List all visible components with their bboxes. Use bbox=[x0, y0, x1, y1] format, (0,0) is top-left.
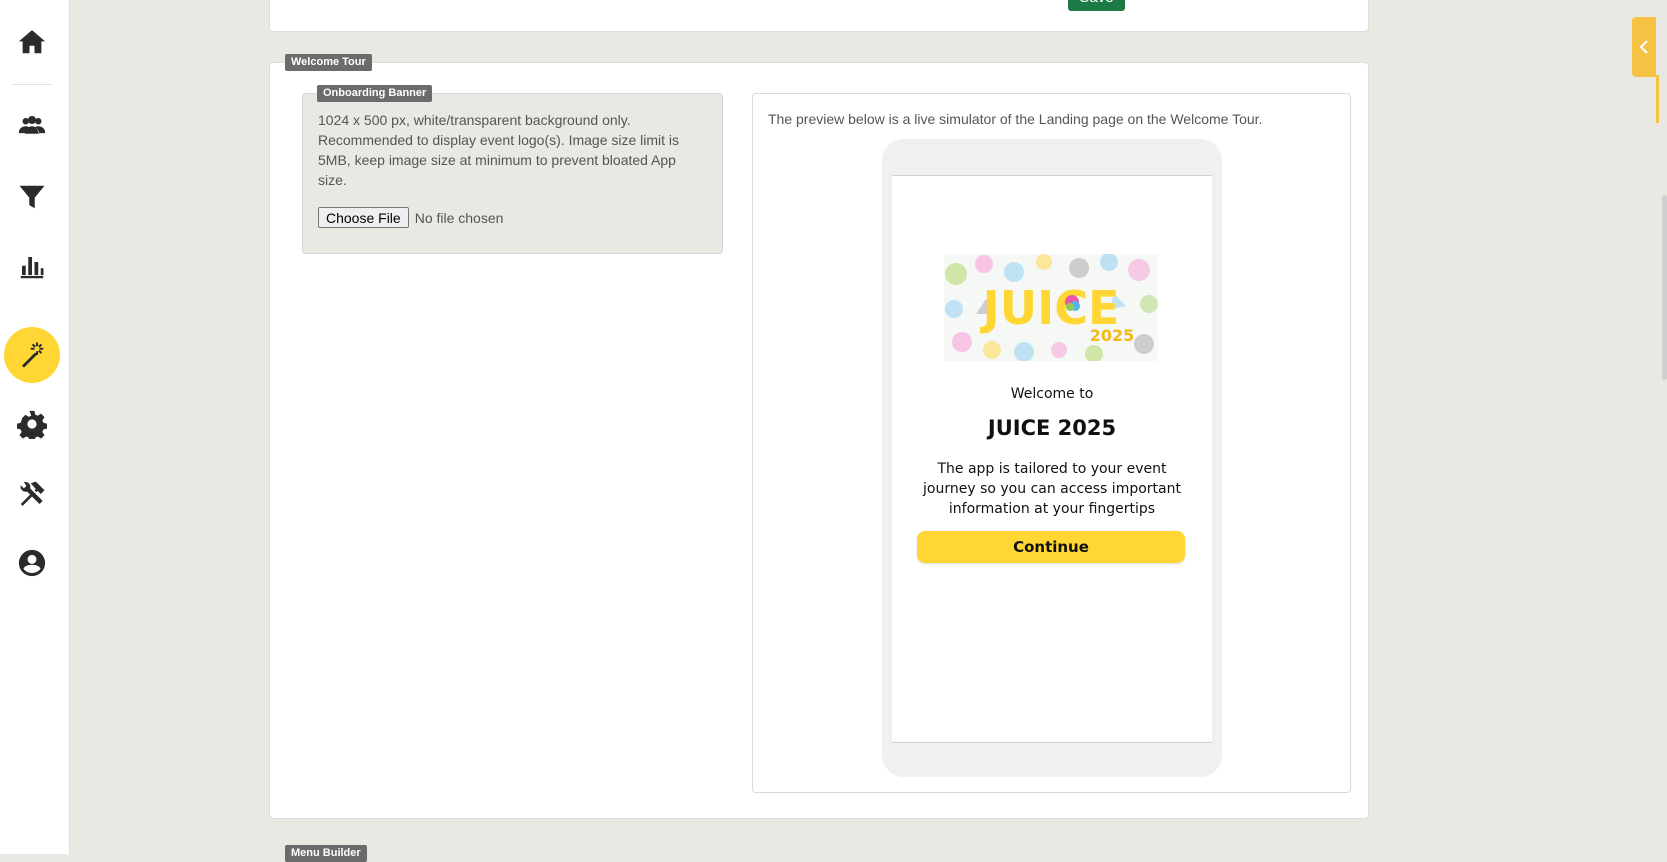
right-accent-bar bbox=[1656, 75, 1659, 123]
event-logo-year: 2025 bbox=[1090, 326, 1135, 345]
filter-icon bbox=[19, 185, 45, 209]
event-logo-graphic: JUICE 2025 bbox=[944, 254, 1158, 361]
bar-chart-icon bbox=[20, 257, 44, 279]
continue-button[interactable]: Continue bbox=[917, 531, 1185, 563]
sidebar-item-profile[interactable] bbox=[4, 535, 60, 591]
home-icon bbox=[18, 30, 46, 54]
sidebar-item-analytics[interactable] bbox=[4, 239, 60, 295]
sidebar-item-users[interactable] bbox=[4, 97, 60, 153]
chevron-left-icon bbox=[1639, 40, 1648, 54]
sidebar-item-settings[interactable] bbox=[4, 396, 60, 452]
user-circle-icon bbox=[18, 549, 46, 577]
event-name: JUICE 2025 bbox=[987, 416, 1117, 440]
panel-collapse-tab[interactable] bbox=[1632, 17, 1656, 77]
preview-panel: The preview below is a live simulator of… bbox=[752, 93, 1351, 793]
sidebar-divider bbox=[12, 84, 52, 85]
choose-file-button[interactable]: Choose File bbox=[318, 207, 409, 228]
phone-simulator: JUICE 2025 Welcome to JUICE 2025 The app… bbox=[882, 139, 1222, 777]
event-logo: JUICE 2025 bbox=[944, 254, 1158, 361]
sidebar bbox=[0, 0, 70, 854]
preview-description: The preview below is a live simulator of… bbox=[768, 111, 1263, 127]
onboarding-banner-tag: Onboarding Banner bbox=[317, 85, 433, 102]
sidebar-item-home[interactable] bbox=[4, 14, 60, 70]
save-button[interactable]: Save bbox=[1068, 0, 1125, 11]
sidebar-item-wizard[interactable] bbox=[4, 327, 60, 383]
gear-icon bbox=[17, 410, 47, 439]
users-icon bbox=[18, 116, 46, 134]
welcome-body-text: The app is tailored to your event journe… bbox=[923, 461, 1181, 517]
file-upload: Choose File No file chosen bbox=[318, 207, 503, 228]
sidebar-item-tools[interactable] bbox=[4, 466, 60, 522]
sidebar-item-filter[interactable] bbox=[4, 169, 60, 225]
magic-wand-icon bbox=[22, 342, 44, 368]
tools-icon bbox=[20, 481, 45, 506]
banner-requirements-text: 1024 x 500 px, white/transparent backgro… bbox=[318, 112, 680, 188]
welcome-to-text: Welcome to bbox=[1010, 386, 1094, 402]
welcome-tour-tag: Welcome Tour bbox=[285, 54, 372, 71]
top-settings-card: Save bbox=[269, 0, 1369, 32]
onboarding-banner-panel: 1024 x 500 px, white/transparent backgro… bbox=[302, 93, 723, 254]
phone-screen: JUICE 2025 Welcome to JUICE 2025 The app… bbox=[892, 175, 1212, 743]
page-scrollbar[interactable] bbox=[1662, 195, 1667, 380]
file-status-text: No file chosen bbox=[414, 209, 504, 226]
